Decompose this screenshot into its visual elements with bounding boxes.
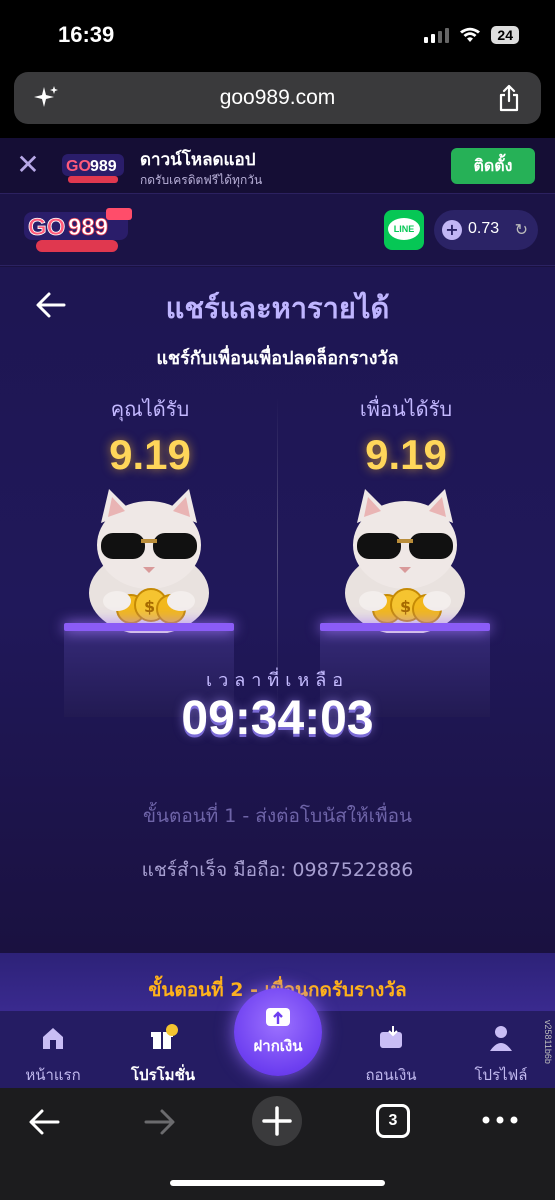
download-title: ดาวน์โหลดแอป (140, 150, 256, 170)
go989-logo[interactable]: GO 989 (24, 208, 134, 254)
nav-profile[interactable]: โปรไฟล์ (456, 1023, 546, 1087)
svg-text:$: $ (144, 597, 155, 616)
nav-home[interactable]: หน้าแรก (8, 1023, 98, 1087)
close-icon[interactable]: ✕ (16, 150, 40, 180)
home-indicator (170, 1180, 385, 1186)
version-tag: v25811b6b (543, 1020, 553, 1064)
deposit-label: ฝากเงิน (253, 1037, 303, 1055)
nav-home-label: หน้าแรก (25, 1066, 81, 1084)
svg-text:989: 989 (90, 158, 117, 175)
share-earn-panel: แชร์และหารายได้ แชร์กับเพื่อนเพื่อปลดล็อ… (0, 267, 555, 953)
share-icon[interactable] (497, 84, 521, 112)
nav-profile-label: โปรไฟล์ (474, 1066, 528, 1084)
status-time: 16:39 (58, 22, 115, 47)
timer-label: เวลาที่เหลือ (205, 670, 350, 691)
you-receive-label: คุณได้รับ (110, 397, 190, 421)
step1-text: ขั้นตอนที่ 1 - ส่งต่อโบนัสให้เพื่อน (143, 805, 412, 827)
gift-icon (151, 1024, 178, 1049)
cat-coins-illustration: $ (89, 489, 209, 633)
svg-text:GO: GO (66, 158, 91, 175)
column-divider (277, 397, 278, 707)
status-icons: 24 (424, 26, 519, 44)
wallet-icon (380, 1026, 402, 1048)
wifi-icon (460, 27, 481, 42)
url-text: goo989.com (219, 86, 336, 109)
friend-receive-label: เพื่อนได้รับ (359, 397, 453, 421)
page-title: แชร์และหารายได้ (165, 291, 390, 325)
nav-promotion-label: โปรโมชั่น (130, 1066, 195, 1084)
share-status: แชร์สำเร็จ มือถือ: 0987522886 (141, 859, 414, 881)
signal-icon (424, 27, 450, 43)
balance-amount: 0.73 (468, 220, 500, 237)
plus-icon (262, 1106, 292, 1136)
install-button[interactable]: ติดตั้ง (451, 148, 535, 184)
pedestal-glow-right (320, 623, 490, 631)
go989-logo-small: GO 989 (62, 154, 124, 183)
app-header: GO 989 LINE + 0.73 ↻ (0, 194, 555, 266)
deposit-icon (266, 1008, 290, 1026)
browser-bottom-bar: 3 (0, 1088, 555, 1200)
countdown-timer: 09:34:03 (181, 692, 374, 745)
deposit-button[interactable]: ฝากเงิน (234, 988, 322, 1076)
nav-withdraw[interactable]: ถอนเงิน (346, 1023, 436, 1087)
new-tab-button[interactable] (252, 1096, 302, 1146)
home-icon (43, 1028, 63, 1049)
nav-promotion[interactable]: โปรโมชั่น (118, 1023, 208, 1087)
friend-receive-value: 9.19 (365, 431, 447, 478)
download-subtitle: กดรับเครดิตฟรีได้ทุกวัน (140, 173, 263, 187)
line-button[interactable]: LINE (384, 210, 424, 250)
you-receive-block: คุณได้รับ 9.19 (50, 393, 250, 479)
refresh-icon[interactable]: ↻ (515, 220, 528, 239)
user-icon (490, 1026, 512, 1051)
back-icon[interactable] (26, 1104, 62, 1140)
tabs-button[interactable]: 3 (376, 1104, 410, 1138)
balance-pill[interactable]: + 0.73 ↻ (434, 210, 538, 250)
line-label: LINE (388, 218, 420, 240)
svg-text:$: $ (400, 597, 411, 616)
nav-withdraw-label: ถอนเงิน (365, 1066, 417, 1084)
forward-icon[interactable] (142, 1104, 178, 1140)
svg-text:GO: GO (28, 214, 65, 241)
more-icon[interactable] (480, 1110, 520, 1130)
battery-indicator: 24 (491, 26, 519, 44)
you-receive-value: 9.19 (109, 431, 191, 478)
browser-toolbar: goo989.com (0, 62, 555, 138)
pedestal-glow-left (64, 623, 234, 631)
plus-icon[interactable]: + (442, 220, 462, 240)
friend-receive-block: เพื่อนได้รับ 9.19 (306, 393, 506, 479)
address-bar[interactable]: goo989.com (14, 72, 541, 124)
cat-coins-illustration: $ (345, 489, 465, 633)
status-bar: 16:39 24 (0, 0, 555, 62)
download-app-banner: ✕ GO 989 ดาวน์โหลดแอป กดรับเครดิตฟรีได้ท… (0, 138, 555, 194)
svg-text:989: 989 (68, 214, 108, 241)
page-subtitle: แชร์กับเพื่อนเพื่อปลดล็อกรางวัล (156, 348, 399, 369)
